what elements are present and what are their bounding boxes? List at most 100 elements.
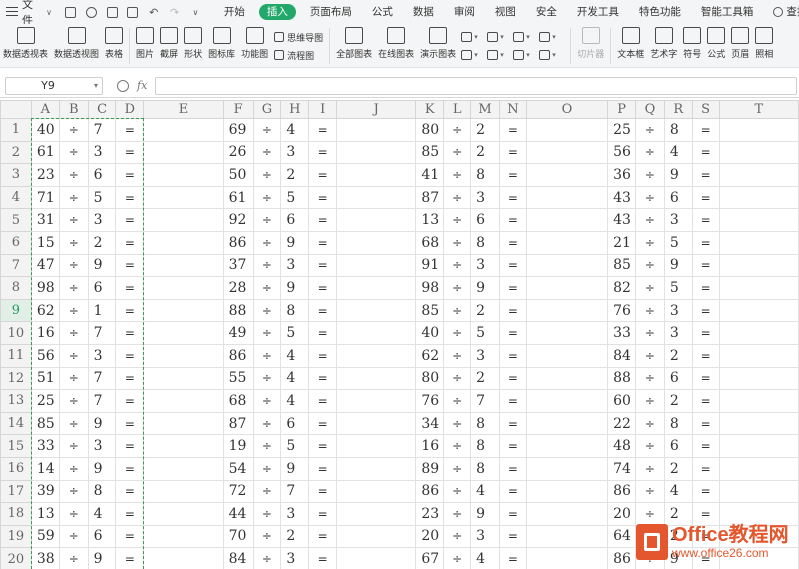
cell-divisor[interactable]: 6 <box>87 276 117 300</box>
cell-divisor[interactable]: 4 <box>87 502 117 526</box>
cell-divisor[interactable]: 9 <box>280 230 310 255</box>
cell-operator[interactable]: ÷ <box>635 140 665 165</box>
cell-answer[interactable] <box>525 389 609 413</box>
cell-equals[interactable]: = <box>691 185 720 210</box>
cell-dividend[interactable]: 16 <box>415 434 445 458</box>
cell-dividend[interactable]: 20 <box>607 502 637 526</box>
cell-operator[interactable]: ÷ <box>635 434 665 458</box>
cell-equals[interactable]: = <box>308 411 338 436</box>
tab-1[interactable]: 插入 <box>258 4 296 20</box>
column-header-E[interactable]: E <box>143 100 224 119</box>
cell-dividend[interactable]: 98 <box>415 276 445 300</box>
cell-operator[interactable]: ÷ <box>252 253 282 278</box>
cell-divisor[interactable]: 7 <box>280 479 310 504</box>
cell-equals[interactable]: = <box>115 479 145 504</box>
cell-divisor[interactable]: 9 <box>87 253 117 278</box>
cell-equals[interactable]: = <box>498 343 527 368</box>
chevron-down-icon[interactable]: ▾ <box>526 51 530 59</box>
cell-divisor[interactable]: 8 <box>470 411 500 436</box>
cell-equals[interactable]: = <box>691 208 720 232</box>
cell-operator[interactable]: ÷ <box>635 163 665 187</box>
cell-operator[interactable]: ÷ <box>58 208 89 232</box>
cell-dividend[interactable]: 86 <box>607 547 637 569</box>
cell-answer[interactable] <box>336 185 417 210</box>
cell-equals[interactable]: = <box>115 502 145 526</box>
cell-operator[interactable]: ÷ <box>252 411 282 436</box>
cell-equals[interactable]: = <box>498 118 527 142</box>
cell-divisor[interactable]: 5 <box>663 230 693 255</box>
cell-answer[interactable] <box>525 366 609 391</box>
cell-answer[interactable] <box>143 298 224 323</box>
cell-dividend[interactable]: 13 <box>415 208 445 232</box>
cell-equals[interactable]: = <box>308 456 338 481</box>
cell-answer[interactable] <box>525 253 609 278</box>
cell-operator[interactable]: ÷ <box>252 163 282 187</box>
cell-divisor[interactable]: 9 <box>87 411 117 436</box>
cell-operator[interactable]: ÷ <box>635 230 665 255</box>
cell-answer[interactable] <box>525 230 609 255</box>
hamburger-menu-icon[interactable] <box>6 7 18 17</box>
cell-answer[interactable] <box>525 411 609 436</box>
row-header[interactable]: 20 <box>0 547 32 569</box>
cell-answer[interactable] <box>143 276 224 300</box>
formula-input[interactable] <box>155 76 797 95</box>
ribbon-button-14[interactable]: 符号 <box>680 24 704 67</box>
cell-dividend[interactable]: 80 <box>415 366 445 391</box>
cell-dividend[interactable]: 56 <box>607 140 637 165</box>
cell-operator[interactable]: ÷ <box>635 276 665 300</box>
ribbon-button-12[interactable]: 文本框 <box>614 24 647 67</box>
cell-operator[interactable]: ÷ <box>252 185 282 210</box>
cell-operator[interactable]: ÷ <box>252 118 282 142</box>
cell-operator[interactable]: ÷ <box>443 163 472 187</box>
save-icon[interactable] <box>64 5 77 19</box>
row-header[interactable]: 12 <box>0 366 32 391</box>
cell-equals[interactable]: = <box>115 230 145 255</box>
tab-6[interactable]: 视图 <box>485 0 526 24</box>
cell-operator[interactable]: ÷ <box>635 208 665 232</box>
cell-divisor[interactable]: 4 <box>663 140 693 165</box>
cell-answer[interactable] <box>525 321 609 345</box>
cell-answer[interactable] <box>718 118 799 142</box>
cell-dividend[interactable]: 62 <box>415 343 445 368</box>
cell-divisor[interactable]: 8 <box>470 456 500 481</box>
cell-divisor[interactable]: 8 <box>280 298 310 323</box>
cell-divisor[interactable]: 3 <box>470 185 500 210</box>
cell-answer[interactable] <box>718 276 799 300</box>
cell-answer[interactable] <box>143 185 224 210</box>
chart-type-button[interactable]: ▾ <box>513 28 539 46</box>
cell-dividend[interactable]: 92 <box>222 208 254 232</box>
cell-dividend[interactable]: 87 <box>222 411 254 436</box>
chart-type-button[interactable]: ▾ <box>539 46 565 64</box>
cell-dividend[interactable]: 41 <box>415 163 445 187</box>
cell-dividend[interactable]: 33 <box>607 321 637 345</box>
cell-operator[interactable]: ÷ <box>443 276 472 300</box>
cell-divisor[interactable]: 2 <box>470 118 500 142</box>
cell-answer[interactable] <box>718 230 799 255</box>
cell-operator[interactable]: ÷ <box>58 298 89 323</box>
cell-equals[interactable]: = <box>691 321 720 345</box>
cell-operator[interactable]: ÷ <box>58 411 89 436</box>
row-header[interactable]: 14 <box>0 411 32 436</box>
cell-operator[interactable]: ÷ <box>443 547 472 569</box>
cell-divisor[interactable]: 2 <box>280 524 310 549</box>
undo-icon[interactable]: ↶ <box>147 5 160 19</box>
cell-operator[interactable]: ÷ <box>58 321 89 345</box>
cell-divisor[interactable]: 9 <box>280 456 310 481</box>
cell-divisor[interactable]: 3 <box>280 502 310 526</box>
cell-dividend[interactable]: 68 <box>222 389 254 413</box>
cell-equals[interactable]: = <box>308 502 338 526</box>
name-box[interactable]: Y9 ▾ <box>5 76 103 95</box>
cell-dividend[interactable]: 31 <box>30 208 60 232</box>
cell-divisor[interactable]: 3 <box>280 547 310 569</box>
cell-answer[interactable] <box>336 456 417 481</box>
cell-divisor[interactable]: 9 <box>470 502 500 526</box>
cell-equals[interactable]: = <box>498 163 527 187</box>
cell-operator[interactable]: ÷ <box>58 456 89 481</box>
cell-operator[interactable]: ÷ <box>58 118 89 142</box>
search-button[interactable]: 查找 <box>763 0 799 24</box>
cell-divisor[interactable]: 3 <box>280 253 310 278</box>
cell-operator[interactable]: ÷ <box>58 230 89 255</box>
cell-divisor[interactable]: 5 <box>280 185 310 210</box>
cell-dividend[interactable]: 26 <box>222 140 254 165</box>
cell-equals[interactable]: = <box>115 118 145 142</box>
